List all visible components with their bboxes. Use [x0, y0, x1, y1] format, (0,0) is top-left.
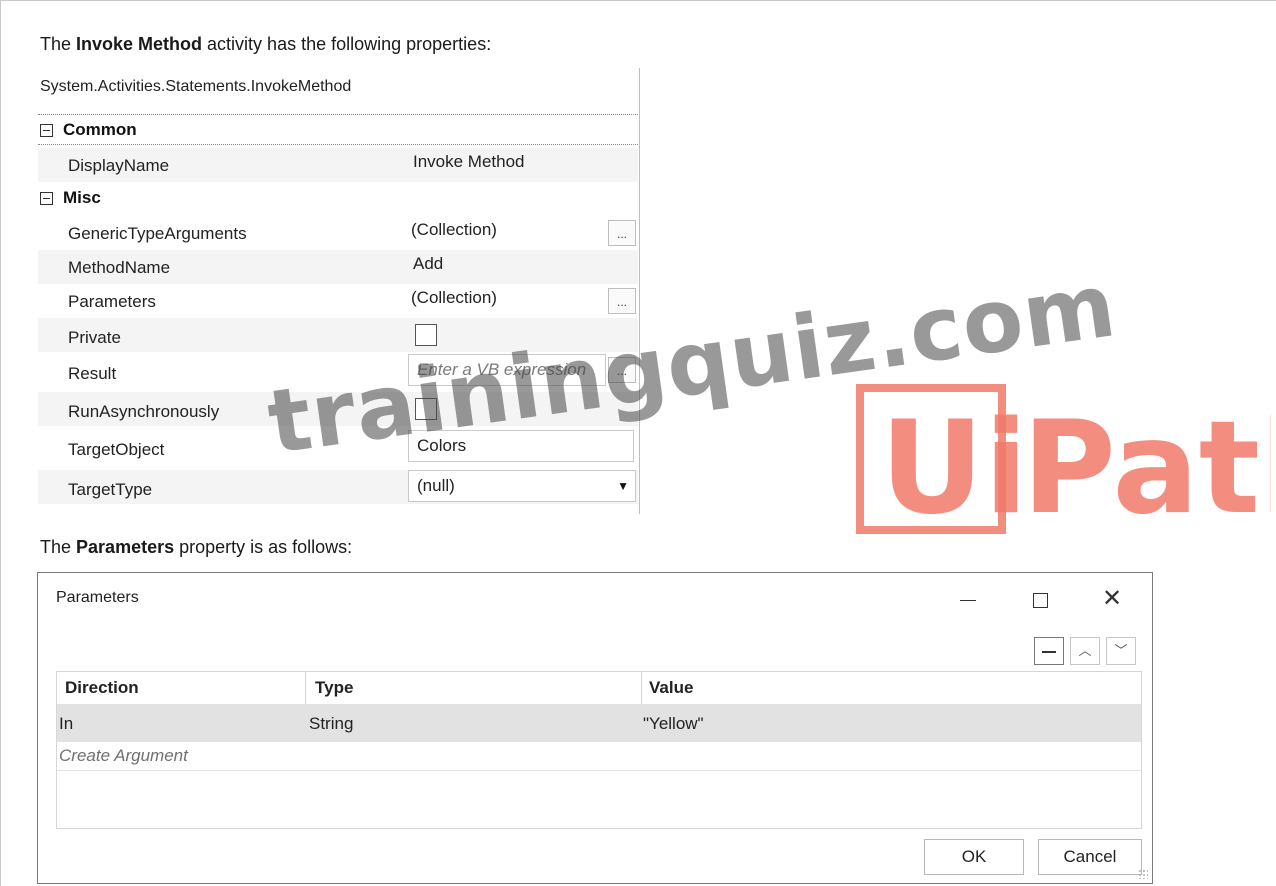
delete-argument-button[interactable]: [1034, 637, 1064, 665]
logo-text: Ui: [880, 394, 1028, 534]
cell-type[interactable]: String: [309, 714, 353, 734]
method-name-label: MethodName: [68, 258, 171, 277]
private-label: Private: [68, 328, 121, 347]
uipath-logo-watermark: Ui Path: [856, 384, 1271, 534]
cell-value[interactable]: "Yellow": [643, 714, 704, 734]
category-misc-label: Misc: [63, 188, 101, 207]
property-grid-divider: [639, 68, 640, 514]
column-separator[interactable]: [641, 672, 642, 704]
row-target-type[interactable]: TargetType (null) ▼: [38, 470, 638, 504]
method-name-value[interactable]: Add: [413, 254, 443, 274]
result-label: Result: [68, 364, 117, 383]
parameters-caption-suffix: property is as follows:: [174, 537, 353, 557]
minimize-icon: [960, 599, 976, 601]
target-type-selected-value: (null): [417, 476, 455, 495]
parameters-dialog: Parameters ✕ ︿ ﹀ Direction Type Value In…: [37, 572, 1153, 884]
create-argument-row[interactable]: Create Argument: [57, 742, 1141, 771]
frame-top-border: [0, 0, 1276, 7]
create-argument-label[interactable]: Create Argument: [59, 746, 188, 766]
move-down-button[interactable]: ﹀: [1106, 637, 1136, 665]
maximize-icon: [1032, 592, 1048, 608]
column-separator[interactable]: [305, 672, 306, 704]
column-header-type[interactable]: Type: [315, 678, 353, 698]
target-type-label: TargetType: [68, 480, 153, 499]
grid-header: Direction Type Value: [57, 672, 1141, 705]
logo-text-path: Path: [1022, 394, 1271, 534]
intro-caption-suffix: activity has the following properties:: [202, 34, 492, 54]
collapse-icon[interactable]: [40, 123, 53, 137]
property-grid-type-name: System.Activities.Statements.InvokeMetho…: [40, 78, 352, 95]
intro-caption-prefix: The: [40, 34, 77, 54]
chevron-down-icon: ﹀: [1114, 643, 1128, 658]
parameters-caption-prefix: The: [40, 537, 77, 557]
ok-button[interactable]: OK: [924, 839, 1024, 875]
maximize-button[interactable]: [1018, 581, 1062, 617]
generic-type-arguments-value: (Collection): [411, 220, 497, 239]
table-row[interactable]: In String "Yellow": [57, 704, 1141, 742]
frame-left-border: [0, 0, 1, 886]
row-method-name[interactable]: MethodName Add: [38, 250, 638, 284]
category-common[interactable]: Common: [40, 120, 137, 140]
dialog-title: Parameters: [56, 589, 139, 606]
close-button[interactable]: ✕: [1090, 581, 1134, 617]
display-name-value[interactable]: Invoke Method: [413, 152, 525, 172]
parameters-ellipsis-button[interactable]: ...: [608, 288, 636, 314]
row-generic-type-arguments[interactable]: GenericTypeArguments (Collection) ...: [38, 216, 638, 250]
cell-direction[interactable]: In: [59, 714, 73, 734]
close-icon: ✕: [1101, 585, 1123, 612]
category-common-label: Common: [63, 120, 137, 139]
property-grid-separator: [38, 114, 638, 115]
intro-caption: The Invoke Method activity has the follo…: [40, 34, 491, 55]
row-parameters[interactable]: Parameters (Collection) ...: [38, 284, 638, 318]
display-name-label: DisplayName: [68, 156, 170, 175]
intro-caption-activity: Invoke Method: [76, 34, 203, 54]
run-asynchronously-label: RunAsynchronously: [68, 402, 220, 421]
parameters-value: (Collection): [411, 288, 497, 307]
private-checkbox[interactable]: [415, 324, 437, 346]
row-display-name[interactable]: DisplayName Invoke Method: [38, 148, 638, 182]
collapse-icon[interactable]: [40, 191, 53, 205]
column-header-direction[interactable]: Direction: [65, 678, 139, 698]
chevron-up-icon: ︿: [1078, 643, 1092, 658]
generic-type-arguments-label: GenericTypeArguments: [68, 224, 247, 243]
category-common-separator: [38, 144, 638, 145]
column-header-value[interactable]: Value: [649, 678, 693, 698]
move-up-button[interactable]: ︿: [1070, 637, 1100, 665]
resize-grip-icon[interactable]: [1138, 869, 1148, 879]
dropdown-arrow-icon[interactable]: ▼: [617, 479, 629, 493]
parameters-label: Parameters: [68, 292, 156, 311]
minimize-button[interactable]: [946, 581, 990, 617]
parameters-caption-property: Parameters: [76, 537, 175, 557]
arguments-grid: Direction Type Value In String "Yellow" …: [56, 671, 1142, 829]
cancel-button[interactable]: Cancel: [1038, 839, 1142, 875]
target-type-dropdown[interactable]: (null) ▼: [408, 470, 636, 502]
minus-icon: [1042, 650, 1056, 653]
parameters-caption: The Parameters property is as follows:: [40, 537, 352, 558]
target-object-label: TargetObject: [68, 440, 165, 459]
category-misc[interactable]: Misc: [40, 188, 101, 208]
generic-type-arguments-ellipsis-button[interactable]: ...: [608, 220, 636, 246]
